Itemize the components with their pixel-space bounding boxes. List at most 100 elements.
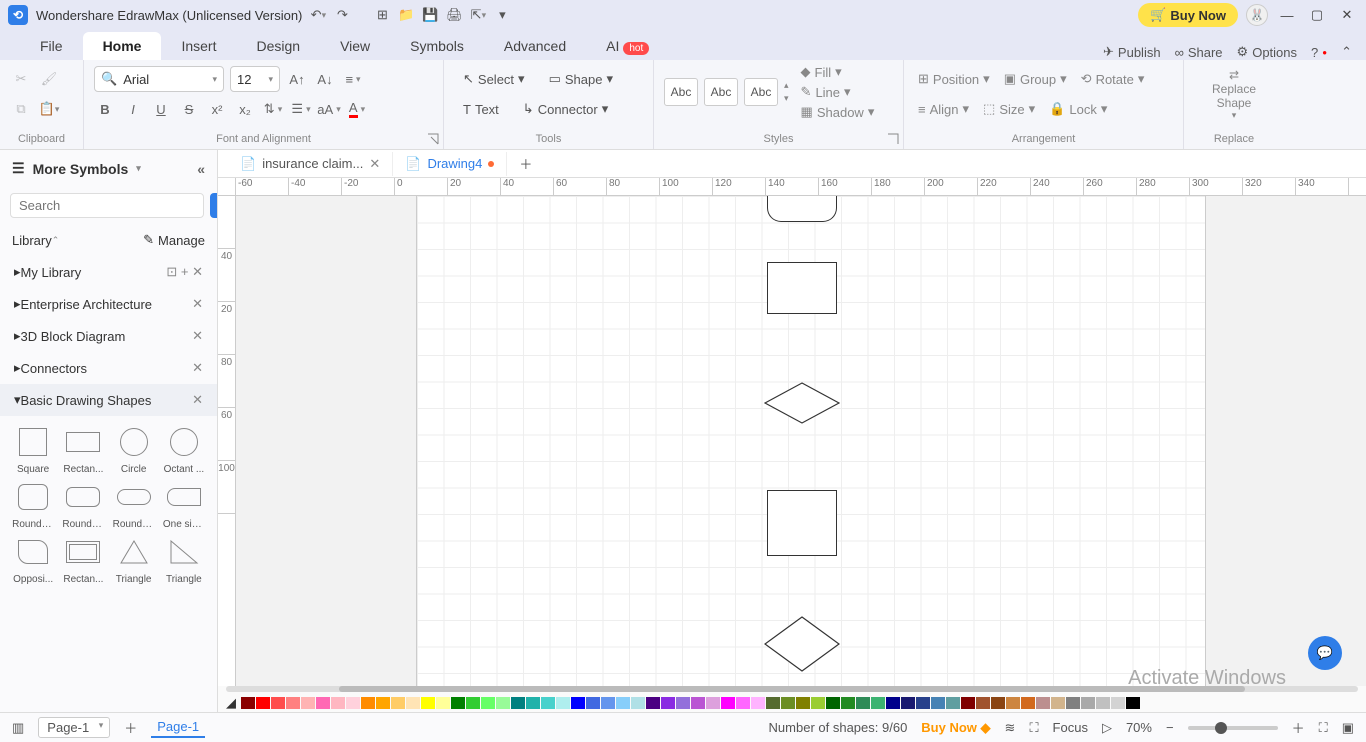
shape-rounded1[interactable]: Rounde... xyxy=(10,479,56,530)
shape-opposing[interactable]: Opposi... xyxy=(10,534,56,585)
shape-rounded3[interactable]: Rounde... xyxy=(111,479,157,530)
undo-icon[interactable]: ↶▾ xyxy=(310,7,326,23)
shape-circle[interactable]: Circle xyxy=(111,424,157,475)
color-swatch[interactable] xyxy=(871,697,885,709)
style-preset-1[interactable]: Abc xyxy=(664,78,698,106)
style-gallery[interactable]: Abc Abc Abc ▴ ▾ xyxy=(664,78,789,106)
canvas-shape-diamond-1[interactable] xyxy=(764,382,840,424)
shape-rect2[interactable]: Rectan... xyxy=(60,534,106,585)
replace-shape-button[interactable]: ⇄Replace Shape ▾ xyxy=(1194,64,1274,124)
print-icon[interactable]: 🖨 xyxy=(446,7,462,23)
bullets-icon[interactable]: ☰ xyxy=(290,98,312,120)
color-swatch[interactable] xyxy=(271,697,285,709)
color-swatch[interactable] xyxy=(526,697,540,709)
decrease-font-icon[interactable]: A↓ xyxy=(314,68,336,90)
color-swatch[interactable] xyxy=(451,697,465,709)
tab-advanced[interactable]: Advanced xyxy=(484,32,586,60)
tab-ai[interactable]: AIhot xyxy=(586,32,669,60)
color-swatch[interactable] xyxy=(826,697,840,709)
tab-view[interactable]: View xyxy=(320,32,390,60)
avatar[interactable]: 🐰 xyxy=(1246,4,1268,26)
drawing-page[interactable] xyxy=(416,196,1206,686)
color-swatch[interactable] xyxy=(241,697,255,709)
color-swatch[interactable] xyxy=(811,697,825,709)
color-swatch[interactable] xyxy=(631,697,645,709)
new-doc-tab[interactable]: ＋ xyxy=(507,150,544,177)
color-swatch[interactable] xyxy=(886,697,900,709)
collapse-ribbon-icon[interactable]: ⌃ xyxy=(1341,44,1352,60)
layers-icon[interactable]: ≋ xyxy=(1005,720,1016,736)
tab-design[interactable]: Design xyxy=(236,32,320,60)
cat-connectors[interactable]: ▸ Connectors✕ xyxy=(0,352,217,384)
color-swatch[interactable] xyxy=(1036,697,1050,709)
copy-icon[interactable]: ⧉ xyxy=(10,98,32,120)
shape-triangle2[interactable]: Triangle xyxy=(161,534,207,585)
select-tool[interactable]: ↖ Select ▾ xyxy=(454,66,534,92)
color-swatch[interactable] xyxy=(1126,697,1140,709)
underline-icon[interactable]: U xyxy=(150,98,172,120)
canvas[interactable] xyxy=(236,196,1366,686)
shape-octant[interactable]: Octant ... xyxy=(161,424,207,475)
color-swatch[interactable] xyxy=(406,697,420,709)
color-swatch[interactable] xyxy=(901,697,915,709)
launcher-icon[interactable] xyxy=(427,133,439,145)
share-button[interactable]: ∞ Share xyxy=(1175,45,1223,60)
text-align-icon[interactable]: ≡ xyxy=(342,68,364,90)
color-swatch[interactable] xyxy=(256,697,270,709)
paste-icon[interactable]: 📋▾ xyxy=(38,98,60,120)
color-swatch[interactable] xyxy=(991,697,1005,709)
connector-tool[interactable]: ↳ Connector ▾ xyxy=(514,96,617,122)
export-icon[interactable]: ⇱▾ xyxy=(470,7,486,23)
color-swatch[interactable] xyxy=(511,697,525,709)
gallery-down-icon[interactable]: ▾ xyxy=(784,93,789,104)
color-swatch[interactable] xyxy=(721,697,735,709)
open-icon[interactable]: 📁 xyxy=(398,7,414,23)
font-color-icon[interactable]: A xyxy=(346,98,368,120)
canvas-shape-diamond-2[interactable] xyxy=(764,616,840,672)
shadow-menu[interactable]: ▦ Shadow ▾ xyxy=(797,102,879,122)
color-swatch[interactable] xyxy=(301,697,315,709)
lock-menu[interactable]: 🔒 Lock▾ xyxy=(1045,99,1111,119)
fill-menu[interactable]: ◆ Fill ▾ xyxy=(797,62,879,82)
close-icon[interactable]: ✕ xyxy=(1336,4,1358,26)
color-swatch[interactable] xyxy=(1066,697,1080,709)
search-input[interactable] xyxy=(10,193,204,218)
save-icon[interactable]: 💾 xyxy=(422,7,438,23)
color-swatch[interactable] xyxy=(556,697,570,709)
color-swatch[interactable] xyxy=(616,697,630,709)
tab-symbols[interactable]: Symbols xyxy=(390,32,484,60)
superscript-icon[interactable]: x² xyxy=(206,98,228,120)
color-swatch[interactable] xyxy=(1051,697,1065,709)
color-swatch[interactable] xyxy=(691,697,705,709)
page-tab[interactable]: Page-1 xyxy=(151,717,205,738)
color-swatch[interactable] xyxy=(421,697,435,709)
color-swatch[interactable] xyxy=(361,697,375,709)
color-swatch[interactable] xyxy=(481,697,495,709)
strikethrough-icon[interactable]: S xyxy=(178,98,200,120)
doc-tab-1[interactable]: 📄 insurance claim... ✕ xyxy=(228,152,393,176)
group-menu[interactable]: ▣ Group▾ xyxy=(1000,69,1071,89)
color-swatch[interactable] xyxy=(376,697,390,709)
case-icon[interactable]: aA xyxy=(318,98,340,120)
help-icon[interactable]: ?● xyxy=(1311,45,1327,60)
style-preset-2[interactable]: Abc xyxy=(704,78,738,106)
launcher-icon[interactable] xyxy=(887,133,899,145)
font-size-select[interactable]: 12▾ xyxy=(230,66,280,92)
cat-3d-block[interactable]: ▸ 3D Block Diagram✕ xyxy=(0,320,217,352)
rotate-menu[interactable]: ⟲ Rotate▾ xyxy=(1077,69,1149,89)
chat-icon[interactable]: 💬 xyxy=(1308,636,1342,670)
color-swatch[interactable] xyxy=(856,697,870,709)
color-swatch[interactable] xyxy=(436,697,450,709)
maximize-icon[interactable]: ▢ xyxy=(1306,4,1328,26)
color-swatch[interactable] xyxy=(661,697,675,709)
color-swatch[interactable] xyxy=(541,697,555,709)
format-painter-icon[interactable]: 🖌 xyxy=(38,68,60,90)
tab-insert[interactable]: Insert xyxy=(161,32,236,60)
color-swatch[interactable] xyxy=(916,697,930,709)
more-icon[interactable]: ▾ xyxy=(494,7,510,23)
cat-my-library[interactable]: ▸ My Library ⊡ + ✕ xyxy=(0,256,217,288)
color-swatch[interactable] xyxy=(346,697,360,709)
color-swatch[interactable] xyxy=(391,697,405,709)
canvas-shape-rect-2[interactable] xyxy=(767,490,837,556)
color-swatch[interactable] xyxy=(496,697,510,709)
